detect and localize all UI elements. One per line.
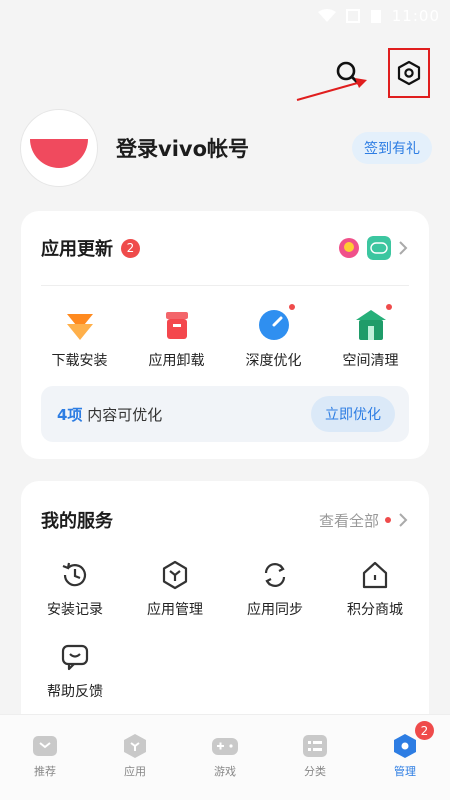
- tab-recommend[interactable]: 推荐: [10, 733, 80, 779]
- signin-reward-button[interactable]: 签到有礼: [352, 132, 432, 164]
- download-icon: [66, 314, 93, 340]
- service-label: 应用管理: [147, 602, 203, 618]
- services-title: 我的服务: [41, 511, 113, 532]
- view-all-link[interactable]: 查看全部: [319, 510, 409, 531]
- broom-icon: [355, 310, 386, 340]
- services-grid: 安装记录 应用管理 应用同步 积分商城 帮助反馈: [21, 559, 429, 701]
- service-app-sync[interactable]: 应用同步: [225, 559, 325, 619]
- service-label: 积分商城: [347, 602, 403, 618]
- optimize-now-button[interactable]: 立即优化: [311, 396, 395, 432]
- service-label: 帮助反馈: [47, 684, 103, 700]
- hexagon-y-icon: [162, 560, 188, 590]
- tab-label: 应用: [124, 765, 146, 778]
- tool-label: 空间清理: [342, 353, 399, 369]
- tool-uninstall[interactable]: 应用卸载: [132, 308, 222, 370]
- app-update-card: 应用更新 2 下载安装 应用卸载 深度优化 空间清理 4项 内容可优化 立即优化: [21, 211, 429, 459]
- feedback-icon: [61, 644, 89, 671]
- view-all-label: 查看全部: [318, 511, 379, 530]
- tool-space-clean[interactable]: 空间清理: [326, 304, 416, 370]
- sync-icon: [264, 563, 286, 587]
- app-update-title: 应用更新: [41, 239, 113, 260]
- new-dot: [385, 517, 391, 523]
- chevron-right-icon: [399, 241, 408, 255]
- wifi-icon: [317, 9, 336, 22]
- service-app-manage[interactable]: 应用管理: [125, 559, 225, 619]
- optimize-text: 内容可优化: [82, 405, 163, 424]
- history-icon: [62, 562, 87, 587]
- status-time: 11:00: [391, 7, 440, 25]
- annotation-arrow-icon: [296, 78, 367, 101]
- settings-button[interactable]: [388, 48, 430, 98]
- tab-label: 分类: [304, 765, 326, 778]
- apps-icon: [124, 734, 146, 758]
- tool-label: 深度优化: [245, 353, 302, 369]
- service-label: 安装记录: [47, 602, 103, 618]
- login-link[interactable]: 登录vivo帐号: [116, 133, 352, 163]
- tool-label: 下载安装: [51, 353, 108, 369]
- manage-badge: 2: [415, 721, 434, 740]
- optimize-count: 4项: [57, 405, 83, 424]
- battery-icon: [370, 10, 381, 23]
- tab-apps[interactable]: 应用: [100, 733, 170, 779]
- tool-deep-optimize[interactable]: 深度优化: [229, 304, 319, 370]
- tab-games[interactable]: 游戏: [190, 733, 260, 779]
- app-store-thumbnail-icon: [367, 236, 391, 260]
- gear-icon: [397, 60, 421, 86]
- avatar[interactable]: [20, 109, 98, 187]
- store-icon: [362, 561, 388, 589]
- optimize-banner: 4项 内容可优化 立即优化: [41, 386, 409, 442]
- my-services-card: 我的服务 查看全部 安装记录 应用管理 应用同步 积分商城 帮助反馈: [21, 481, 429, 741]
- new-dot: [288, 304, 295, 310]
- tab-label: 管理: [394, 765, 416, 778]
- gamepad-icon: [212, 738, 238, 755]
- service-help-feedback[interactable]: 帮助反馈: [25, 641, 125, 701]
- manage-icon: [394, 734, 416, 758]
- app-thumbnail-icon: [339, 238, 359, 258]
- new-dot: [385, 304, 392, 310]
- service-label: 应用同步: [247, 602, 303, 618]
- update-count-badge: 2: [121, 238, 140, 258]
- tab-manage[interactable]: 2 管理: [370, 721, 440, 779]
- tab-category[interactable]: 分类: [280, 733, 350, 779]
- service-install-history[interactable]: 安装记录: [25, 559, 125, 619]
- service-points-store[interactable]: 积分商城: [325, 559, 425, 619]
- category-icon: [303, 735, 327, 757]
- tool-label: 应用卸载: [148, 353, 205, 369]
- status-bar: 11:00: [0, 0, 450, 32]
- recommend-icon: [33, 736, 57, 756]
- gauge-icon: [258, 310, 289, 340]
- tool-download-install[interactable]: 下载安装: [35, 308, 125, 370]
- services-header: 我的服务 查看全部: [21, 481, 429, 559]
- app-update-header[interactable]: 应用更新 2: [21, 211, 429, 285]
- tool-row: 下载安装 应用卸载 深度优化 空间清理: [21, 286, 429, 370]
- notification-icon: [345, 9, 360, 23]
- tab-label: 游戏: [214, 765, 236, 778]
- trash-icon: [165, 312, 188, 339]
- tab-label: 推荐: [34, 765, 56, 778]
- chevron-right-icon: [399, 513, 408, 527]
- profile-row: 登录vivo帐号 签到有礼: [20, 108, 432, 188]
- bottom-tab-bar: 推荐 应用 游戏 分类 2 管理: [0, 714, 450, 800]
